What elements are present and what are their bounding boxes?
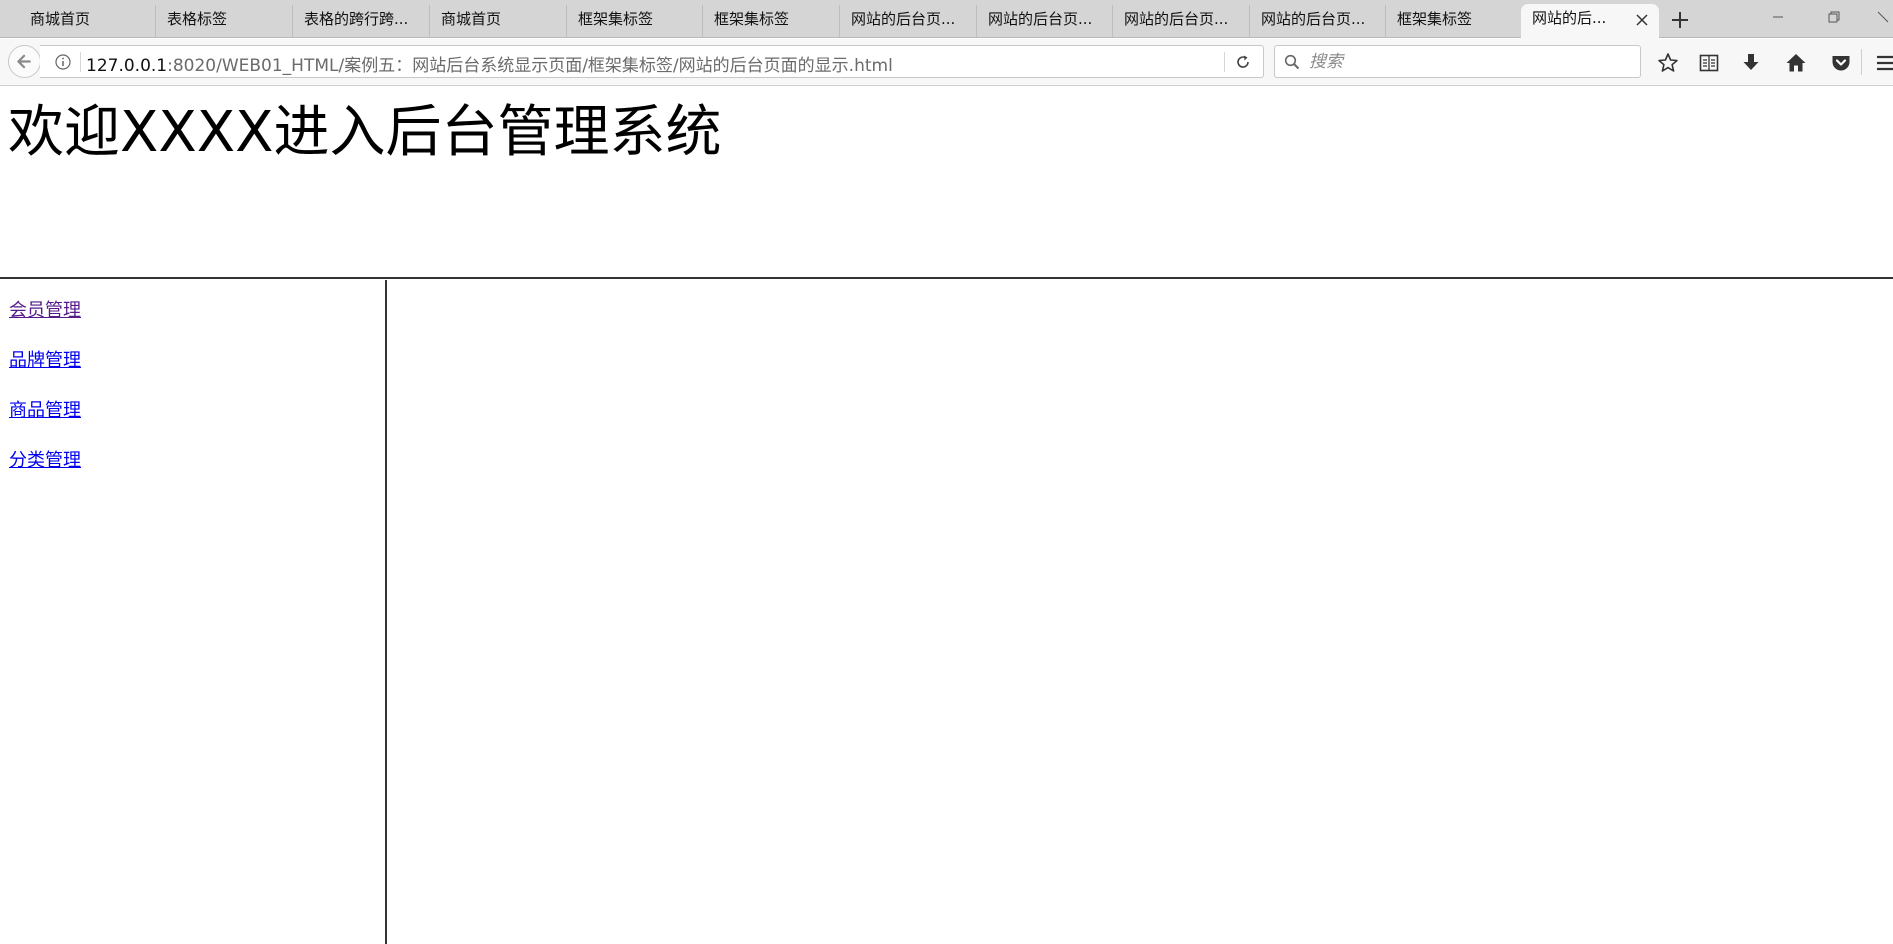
tab-table-span[interactable]: 表格的跨行跨... bbox=[292, 5, 429, 38]
tab-label: 商城首页 bbox=[441, 10, 502, 28]
tab-label: 网站的后台页... bbox=[1261, 10, 1366, 28]
nav-toolbar: 127.0.0.1:8020/WEB01_HTML/案例五：网站后台系统显示页面… bbox=[0, 39, 1893, 86]
plus-icon[interactable] bbox=[1667, 7, 1693, 33]
download-icon[interactable] bbox=[1739, 51, 1763, 75]
url-host: 127.0.0.1 bbox=[86, 56, 168, 76]
window-close-icon[interactable] bbox=[1872, 6, 1893, 28]
product-management-link[interactable]: 商品管理 bbox=[9, 396, 81, 422]
tab-frameset-1[interactable]: 框架集标签 bbox=[566, 5, 703, 38]
tab-admin-page-2[interactable]: 网站的后台页... bbox=[976, 5, 1113, 38]
tab-label: 网站的后... bbox=[1532, 9, 1607, 27]
tab-admin-page-3[interactable]: 网站的后台页... bbox=[1112, 5, 1249, 38]
close-icon[interactable] bbox=[1635, 13, 1649, 27]
page-viewport: 欢迎XXXX进入后台管理系统 会员管理 品牌管理 商品管理 分类管理 bbox=[0, 86, 1893, 944]
tab-label: 框架集标签 bbox=[1397, 10, 1473, 28]
tab-label: 商城首页 bbox=[30, 10, 91, 28]
tab-frameset-2[interactable]: 框架集标签 bbox=[702, 5, 839, 38]
reload-icon[interactable] bbox=[1234, 53, 1252, 71]
left-menu-frame: 会员管理 品牌管理 商品管理 分类管理 bbox=[0, 280, 387, 944]
tab-label: 网站的后台页... bbox=[988, 10, 1093, 28]
tab-strip: 商城首页 表格标签 表格的跨行跨... 商城首页 框架集标签 框架集标签 网站的… bbox=[0, 0, 1893, 39]
tab-label: 框架集标签 bbox=[714, 10, 790, 28]
toolbar-separator bbox=[1861, 49, 1862, 75]
tab-label: 网站的后台页... bbox=[851, 10, 956, 28]
url-text[interactable]: 127.0.0.1:8020/WEB01_HTML/案例五：网站后台系统显示页面… bbox=[86, 51, 893, 76]
back-button[interactable] bbox=[8, 45, 41, 78]
search-bar[interactable] bbox=[1274, 45, 1641, 78]
pocket-icon[interactable] bbox=[1829, 51, 1853, 75]
tab-shop-home-1[interactable]: 商城首页 bbox=[19, 5, 156, 38]
url-bar[interactable]: 127.0.0.1:8020/WEB01_HTML/案例五：网站后台系统显示页面… bbox=[40, 45, 1264, 78]
url-separator bbox=[80, 52, 81, 72]
url-path: :8020/WEB01_HTML/案例五：网站后台系统显示页面/框架集标签/网站… bbox=[167, 56, 893, 76]
minimize-icon[interactable] bbox=[1767, 6, 1789, 28]
tab-admin-page-1[interactable]: 网站的后台页... bbox=[839, 5, 976, 38]
reload-separator bbox=[1224, 52, 1225, 72]
home-icon[interactable] bbox=[1784, 51, 1808, 75]
main-content-frame bbox=[389, 280, 1893, 944]
tab-admin-page-4[interactable]: 网站的后台页... bbox=[1249, 5, 1386, 38]
tab-label: 表格标签 bbox=[167, 10, 228, 28]
reading-list-icon[interactable] bbox=[1697, 51, 1721, 75]
back-arrow-icon bbox=[17, 54, 31, 69]
member-management-link[interactable]: 会员管理 bbox=[9, 296, 81, 322]
page-title: 欢迎XXXX进入后台管理系统 bbox=[8, 100, 722, 165]
tab-label: 网站的后台页... bbox=[1124, 10, 1229, 28]
search-input[interactable] bbox=[1307, 49, 1627, 74]
top-frame: 欢迎XXXX进入后台管理系统 bbox=[0, 86, 1893, 279]
tab-shop-home-2[interactable]: 商城首页 bbox=[429, 5, 566, 38]
tab-admin-page-active[interactable]: 网站的后... bbox=[1521, 4, 1659, 39]
category-management-link[interactable]: 分类管理 bbox=[9, 446, 81, 472]
tab-label: 表格的跨行跨... bbox=[304, 10, 409, 28]
brand-management-link[interactable]: 品牌管理 bbox=[9, 346, 81, 372]
tab-label: 框架集标签 bbox=[578, 10, 654, 28]
star-icon[interactable] bbox=[1656, 51, 1680, 75]
info-icon[interactable] bbox=[54, 53, 72, 71]
restore-icon[interactable] bbox=[1823, 6, 1845, 28]
tab-frameset-3[interactable]: 框架集标签 bbox=[1385, 5, 1522, 38]
search-icon bbox=[1284, 54, 1300, 70]
tab-table-tags[interactable]: 表格标签 bbox=[155, 5, 292, 38]
hamburger-menu-icon[interactable] bbox=[1874, 51, 1893, 75]
